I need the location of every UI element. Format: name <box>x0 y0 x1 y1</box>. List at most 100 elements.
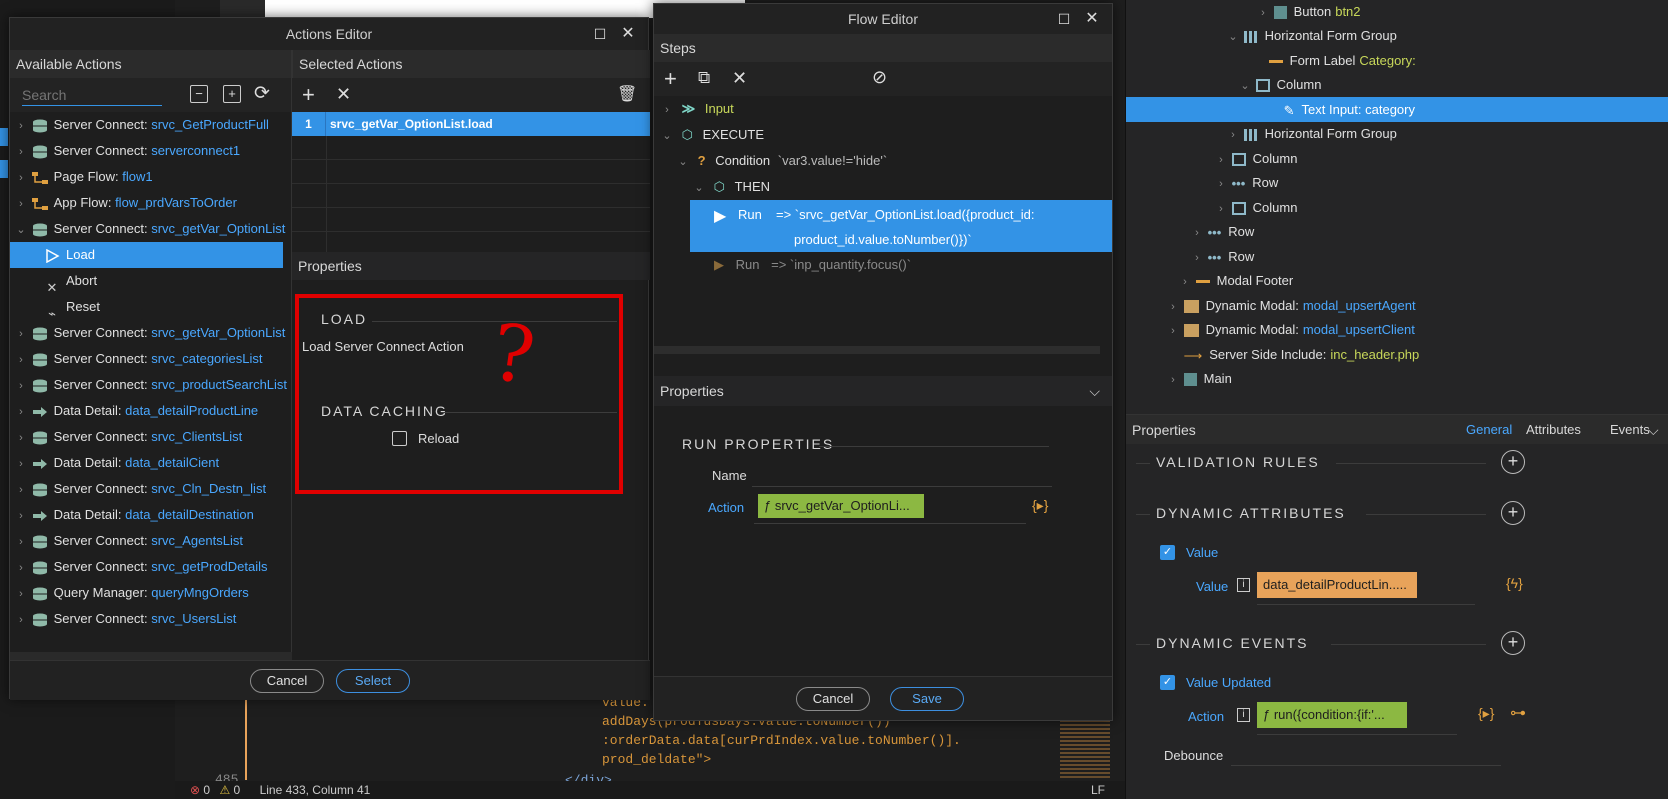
dynamic-data-icon[interactable]: {ϟ} <box>1506 575 1523 591</box>
chevron-right-icon[interactable]: › <box>14 425 28 451</box>
chevron-right-icon[interactable]: › <box>14 451 28 477</box>
cancel-button[interactable]: Cancel <box>796 687 870 711</box>
name-input-line[interactable] <box>752 486 1052 487</box>
action-tree-item[interactable]: ⌁ Reset <box>10 294 291 321</box>
chevron-down-icon[interactable]: ⌵ <box>1089 376 1100 406</box>
remove-icon[interactable]: ✕ <box>336 84 351 105</box>
structure-tree-item[interactable]: Form Label Category: <box>1126 48 1668 73</box>
chevron-right-icon[interactable]: › <box>1214 172 1228 197</box>
chevron-right-icon[interactable]: › <box>14 347 28 373</box>
value-checkbox[interactable]: ✓ <box>1160 545 1175 560</box>
chevron-right-icon[interactable]: › <box>1166 319 1180 344</box>
step-then[interactable]: ⌄ ⬡ THEN <box>686 174 1112 200</box>
add-step-icon[interactable]: + <box>664 66 677 92</box>
remove-step-icon[interactable]: ✕ <box>732 68 747 89</box>
info-icon[interactable]: i <box>1237 708 1250 722</box>
action-tree-item[interactable]: › Server Connect: srvc_categoriesList <box>10 346 291 372</box>
horizontal-scrollbar[interactable] <box>10 652 292 660</box>
reload-checkbox[interactable] <box>392 431 407 446</box>
step-input[interactable]: › ≫ Input <box>654 96 1112 122</box>
structure-tree-item[interactable]: › Column <box>1126 146 1668 171</box>
value-binding[interactable]: data_detailProductLin..... <box>1257 572 1417 598</box>
chevron-right-icon[interactable]: › <box>14 555 28 581</box>
collapse-all-icon[interactable]: − <box>190 85 208 103</box>
value-updated-checkbox[interactable]: ✓ <box>1160 675 1175 690</box>
add-event-icon[interactable]: + <box>1501 631 1525 655</box>
chevron-right-icon[interactable]: › <box>14 139 28 165</box>
maximize-icon[interactable]: ☐ <box>1050 4 1078 34</box>
cancel-button[interactable]: Cancel <box>250 669 324 693</box>
chevron-down-icon[interactable]: ⌄ <box>14 217 28 243</box>
disable-icon[interactable]: ⊘ <box>872 67 887 88</box>
structure-tree-item[interactable]: › Column <box>1126 195 1668 220</box>
action-tree-item[interactable]: › Data Detail: data_detailDestination <box>10 502 291 528</box>
chevron-right-icon[interactable]: › <box>14 503 28 529</box>
action-tree-item[interactable]: › Data Detail: data_detailCient <box>10 450 291 476</box>
chevron-right-icon[interactable]: › <box>1178 270 1192 295</box>
chevron-right-icon[interactable]: › <box>14 113 28 139</box>
chevron-right-icon[interactable]: › <box>14 477 28 503</box>
step-execute[interactable]: ⌄ ⬡ EXECUTE <box>654 122 1112 148</box>
flow-editor-titlebar[interactable]: Flow Editor ☐ ✕ <box>654 4 1112 34</box>
info-icon[interactable]: i <box>1237 578 1250 592</box>
chevron-right-icon[interactable]: › <box>14 529 28 555</box>
minimap[interactable] <box>1060 720 1110 780</box>
action-tree-item[interactable]: › Server Connect: srvc_UsersList <box>10 606 291 632</box>
add-validation-icon[interactable]: + <box>1501 450 1525 474</box>
code-tab[interactable] <box>220 0 265 18</box>
dynamic-data-icon[interactable]: {▸} <box>1478 705 1494 722</box>
chevron-right-icon[interactable]: › <box>14 399 28 425</box>
action-binding[interactable]: ƒ run({condition:{if:'... <box>1257 702 1407 728</box>
action-tree-item[interactable]: › Page Flow: flow1 <box>10 164 291 190</box>
error-count[interactable]: 0 <box>203 783 210 797</box>
chevron-right-icon[interactable]: › <box>14 191 28 217</box>
action-binding[interactable]: ƒ srvc_getVar_OptionLi... <box>758 494 924 518</box>
structure-tree-item[interactable]: ⟶ Server Side Include: inc_header.php <box>1126 342 1668 367</box>
trash-icon[interactable]: 🗑 <box>617 84 637 104</box>
action-tree-item[interactable]: › Query Manager: queryMngOrders <box>10 580 291 606</box>
chevron-right-icon[interactable]: › <box>14 321 28 347</box>
expand-all-icon[interactable]: + <box>223 85 241 103</box>
structure-tree-item[interactable]: › Dynamic Modal: modal_upsertClient <box>1126 317 1668 342</box>
chevron-right-icon[interactable]: › <box>1190 221 1204 246</box>
step-condition[interactable]: ⌄ ? Condition `var3.value!='hide'` <box>670 148 1112 174</box>
structure-tree-item[interactable]: › Main <box>1126 366 1668 391</box>
action-tree-item[interactable]: › App Flow: flow_prdVarsToOrder <box>10 190 291 216</box>
action-tree-item[interactable]: ⌄ Server Connect: srvc_getVar_OptionList <box>10 216 291 242</box>
flow-icon[interactable]: ⊶ <box>1510 703 1526 723</box>
close-icon[interactable]: ✕ <box>1078 4 1106 34</box>
actions-editor-titlebar[interactable]: Actions Editor ☐ ✕ <box>10 18 648 50</box>
action-tree-item[interactable]: › Server Connect: serverconnect1 <box>10 138 291 164</box>
selected-action-row[interactable]: 1 srvc_getVar_OptionList.load <box>292 112 650 136</box>
action-tree-item[interactable]: › Server Connect: srvc_GetProductFull <box>10 112 291 138</box>
structure-tree-item[interactable]: › ••• Row <box>1126 170 1668 195</box>
tab-general[interactable]: General <box>1466 415 1512 445</box>
copy-icon[interactable]: ⧉ <box>698 68 710 88</box>
chevron-right-icon[interactable]: › <box>14 581 28 607</box>
structure-tree-item[interactable]: › Button btn2 <box>1126 0 1668 24</box>
warning-count[interactable]: 0 <box>234 783 241 797</box>
chevron-right-icon[interactable]: › <box>14 165 28 191</box>
chevron-right-icon[interactable]: › <box>1226 123 1240 148</box>
action-tree-item[interactable]: › Server Connect: srvc_Cln_Destn_list <box>10 476 291 502</box>
structure-tree-item[interactable]: › ••• Row <box>1126 244 1668 269</box>
tab-attributes[interactable]: Attributes <box>1526 415 1581 445</box>
structure-tree-item[interactable]: › Horizontal Form Group <box>1126 121 1668 146</box>
structure-tree-item[interactable]: ⌄ Column <box>1126 72 1668 97</box>
add-icon[interactable]: + <box>302 82 315 108</box>
search-input[interactable] <box>22 84 162 106</box>
chevron-right-icon[interactable]: › <box>14 373 28 399</box>
eol-indicator[interactable]: LF <box>1091 781 1105 799</box>
structure-tree-item[interactable]: › ••• Row <box>1126 219 1668 244</box>
horizontal-scrollbar[interactable] <box>654 346 1100 354</box>
tab-events[interactable]: Events <box>1610 415 1650 445</box>
structure-tree-item[interactable]: › Dynamic Modal: modal_upsertAgent <box>1126 293 1668 318</box>
refresh-icon[interactable]: ⟳ <box>254 82 270 105</box>
add-attribute-icon[interactable]: + <box>1501 501 1525 525</box>
maximize-icon[interactable]: ☐ <box>586 18 614 50</box>
action-tree-item[interactable]: ✕ Abort <box>10 268 291 295</box>
chevron-right-icon[interactable]: › <box>14 607 28 632</box>
step-run-disabled[interactable]: ▶ Run => `inp_quantity.focus()` <box>714 252 1112 278</box>
action-tree-item[interactable]: › Server Connect: srvc_ClientsList <box>10 424 291 450</box>
structure-tree-item[interactable]: ✎ Text Input: category <box>1126 97 1668 122</box>
